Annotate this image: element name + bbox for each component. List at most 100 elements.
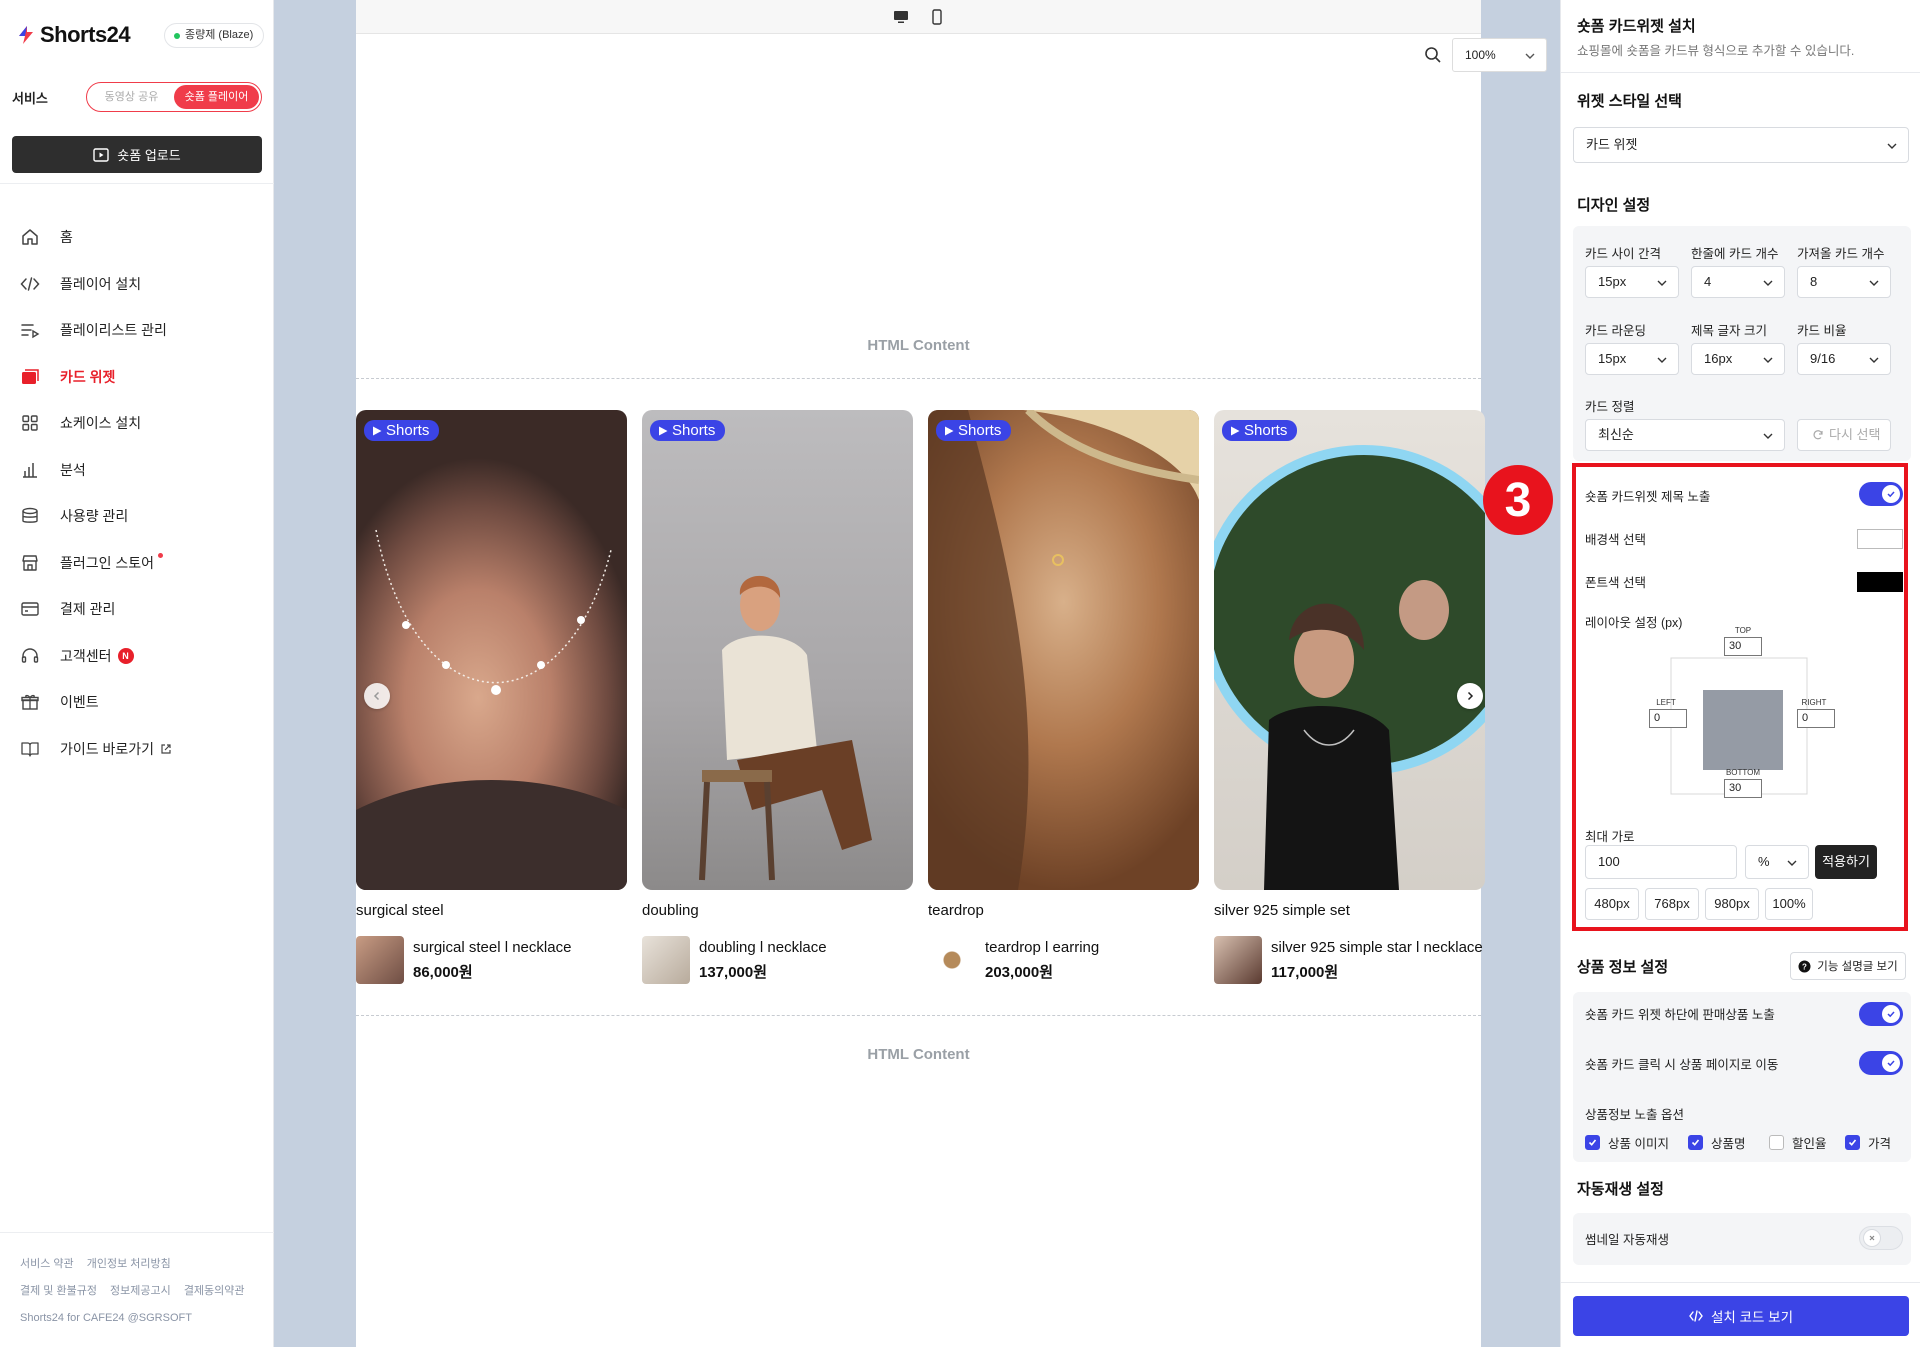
carousel-prev-button[interactable] bbox=[364, 683, 390, 709]
mobile-icon[interactable] bbox=[929, 8, 945, 25]
nav-label: 홈 bbox=[60, 229, 73, 246]
preset-768[interactable]: 768px bbox=[1645, 888, 1699, 920]
title-size-select[interactable]: 16px bbox=[1691, 343, 1785, 375]
service-option-shortform-player[interactable]: 숏폼 플레이어 bbox=[174, 85, 259, 109]
preset-480[interactable]: 480px bbox=[1585, 888, 1639, 920]
ratio-select[interactable]: 9/16 bbox=[1797, 343, 1891, 375]
option-product-image[interactable]: 상품 이미지 bbox=[1585, 1133, 1669, 1152]
max-width-unit-select[interactable]: % bbox=[1745, 845, 1809, 879]
checkbox[interactable] bbox=[1585, 1135, 1600, 1150]
options-label: 상품정보 노출 옵션 bbox=[1585, 1108, 1684, 1122]
shortform-card[interactable]: Shorts surgical steel surgical steel l n… bbox=[356, 410, 627, 984]
top-label: TOP bbox=[1734, 626, 1752, 635]
nav-label: 플레이리스트 관리 bbox=[60, 322, 167, 339]
bg-color-swatch[interactable] bbox=[1857, 529, 1903, 549]
toggle-knob bbox=[1863, 1229, 1881, 1247]
product-price: 86,000원 bbox=[413, 963, 473, 981]
footer-link-payment-terms[interactable]: 결제동의약관 bbox=[184, 1285, 245, 1297]
card-gap-select[interactable]: 15px bbox=[1585, 266, 1679, 298]
fetch-count-select[interactable]: 8 bbox=[1797, 266, 1891, 298]
nav-item-guide[interactable]: 가이드 바로가기 bbox=[0, 726, 274, 773]
brand-logo[interactable]: Shorts24 bbox=[16, 22, 131, 48]
left-input[interactable]: 0 bbox=[1649, 709, 1687, 728]
product-thumbnail bbox=[356, 936, 404, 984]
check-icon bbox=[1848, 1139, 1857, 1146]
thumbnail-autoplay-toggle[interactable] bbox=[1859, 1226, 1903, 1250]
zoom-select[interactable]: 100% bbox=[1452, 38, 1547, 72]
rounding-select[interactable]: 15px bbox=[1585, 343, 1679, 375]
card-thumbnail[interactable]: Shorts bbox=[928, 410, 1199, 890]
settings-panel: 숏폼 카드위젯 설치 쇼핑몰에 숏폼을 카드뷰 형식으로 추가할 수 있습니다.… bbox=[1560, 0, 1920, 1347]
option-product-name[interactable]: 상품명 bbox=[1688, 1133, 1746, 1152]
footer-link-privacy[interactable]: 개인정보 처리방침 bbox=[87, 1258, 171, 1270]
card-thumbnail[interactable]: Shorts bbox=[642, 410, 913, 890]
card-thumbnail[interactable]: Shorts bbox=[356, 410, 627, 890]
search-icon[interactable] bbox=[1424, 46, 1442, 64]
upload-shortform-button[interactable]: 숏폼 업로드 bbox=[12, 136, 262, 173]
option-price[interactable]: 가격 bbox=[1845, 1133, 1891, 1152]
reselect-button[interactable]: 다시 선택 bbox=[1797, 419, 1891, 451]
nav-label: 이벤트 bbox=[60, 694, 99, 711]
card-product[interactable]: silver 925 simple star l necklace 117,00… bbox=[1214, 936, 1485, 984]
per-row-select[interactable]: 4 bbox=[1691, 266, 1785, 298]
chevron-down-icon bbox=[1763, 357, 1773, 363]
card-product[interactable]: teardrop l earring 203,000원 bbox=[928, 936, 1199, 984]
nav-item-showcase[interactable]: 쇼케이스 설치 bbox=[0, 400, 274, 447]
footer-link-refund[interactable]: 결제 및 환불규정 bbox=[20, 1285, 97, 1297]
card-title: doubling bbox=[642, 902, 699, 919]
desktop-icon[interactable] bbox=[893, 9, 909, 25]
card-thumbnail[interactable]: Shorts bbox=[1214, 410, 1485, 890]
nav-item-usage[interactable]: 사용량 관리 bbox=[0, 493, 274, 540]
nav-item-player-install[interactable]: 플레이어 설치 bbox=[0, 261, 274, 308]
nav-item-support[interactable]: 고객센터 N bbox=[0, 633, 274, 680]
checkbox[interactable] bbox=[1688, 1135, 1703, 1150]
shortform-card[interactable]: Shorts teardrop teardrop l earring 203,0… bbox=[928, 410, 1199, 984]
preset-980[interactable]: 980px bbox=[1705, 888, 1759, 920]
footer-link-terms[interactable]: 서비스 약관 bbox=[20, 1258, 74, 1270]
preset-100-percent[interactable]: 100% bbox=[1765, 888, 1813, 920]
nav-label: 결제 관리 bbox=[60, 601, 116, 618]
sort-select[interactable]: 최신순 bbox=[1585, 419, 1785, 451]
top-input[interactable]: 30 bbox=[1724, 637, 1762, 656]
nav-item-event[interactable]: 이벤트 bbox=[0, 679, 274, 726]
title-size-value: 16px bbox=[1704, 351, 1733, 366]
right-input[interactable]: 0 bbox=[1797, 709, 1835, 728]
max-width-input[interactable]: 100 bbox=[1585, 845, 1737, 879]
nav-label: 플레이어 설치 bbox=[60, 275, 142, 292]
nav-item-payment[interactable]: 결제 관리 bbox=[0, 586, 274, 633]
nav-label: 카드 위젯 bbox=[60, 368, 116, 385]
bottom-input[interactable]: 30 bbox=[1724, 779, 1762, 798]
plan-badge[interactable]: 종량제 (Blaze) bbox=[164, 23, 265, 48]
carousel-next-button[interactable] bbox=[1457, 683, 1483, 709]
nav-item-analytics[interactable]: 분석 bbox=[0, 447, 274, 494]
shortform-card[interactable]: Shorts doubling doubling l necklace 137,… bbox=[642, 410, 913, 984]
footer-link-info[interactable]: 정보제공고시 bbox=[110, 1285, 171, 1297]
show-products-toggle[interactable] bbox=[1859, 1002, 1903, 1026]
service-option-video-share[interactable]: 동영상 공유 bbox=[89, 85, 174, 109]
font-color-swatch[interactable] bbox=[1857, 572, 1903, 592]
checkbox[interactable] bbox=[1845, 1135, 1860, 1150]
apply-button[interactable]: 적용하기 bbox=[1815, 845, 1877, 879]
payment-icon bbox=[21, 602, 39, 616]
close-icon bbox=[1869, 1235, 1875, 1241]
nav-item-card-widget[interactable]: 카드 위젯 bbox=[0, 354, 274, 401]
card-product[interactable]: surgical steel l necklace 86,000원 bbox=[356, 936, 627, 984]
nav-item-plugin-store[interactable]: 플러그인 스토어 bbox=[0, 540, 274, 587]
title-visibility-toggle[interactable] bbox=[1859, 482, 1903, 506]
widget-style-select[interactable]: 카드 위젯 bbox=[1573, 127, 1909, 163]
html-content-placeholder-top: HTML Content bbox=[867, 337, 970, 354]
chevron-down-icon bbox=[1657, 357, 1667, 363]
view-install-code-button[interactable]: 설치 코드 보기 bbox=[1573, 1296, 1909, 1336]
shortform-card[interactable]: Shorts silver 925 simple set silver 925 … bbox=[1214, 410, 1485, 984]
toggle-knob bbox=[1882, 1005, 1900, 1023]
option-discount-rate[interactable]: 할인율 bbox=[1769, 1133, 1827, 1152]
checkbox[interactable] bbox=[1769, 1135, 1784, 1150]
shorts-tag-label: Shorts bbox=[1244, 422, 1288, 439]
goto-product-toggle[interactable] bbox=[1859, 1051, 1903, 1075]
product-name: silver 925 simple star l necklace bbox=[1271, 938, 1483, 956]
nav-item-home[interactable]: 홈 bbox=[0, 214, 274, 261]
nav-item-playlist[interactable]: 플레이리스트 관리 bbox=[0, 307, 274, 354]
card-product[interactable]: doubling l necklace 137,000원 bbox=[642, 936, 913, 984]
help-button[interactable]: ? 기능 설명글 보기 bbox=[1790, 952, 1906, 980]
thumbnail-autoplay-label: 썸네일 자동재생 bbox=[1585, 1233, 1669, 1247]
